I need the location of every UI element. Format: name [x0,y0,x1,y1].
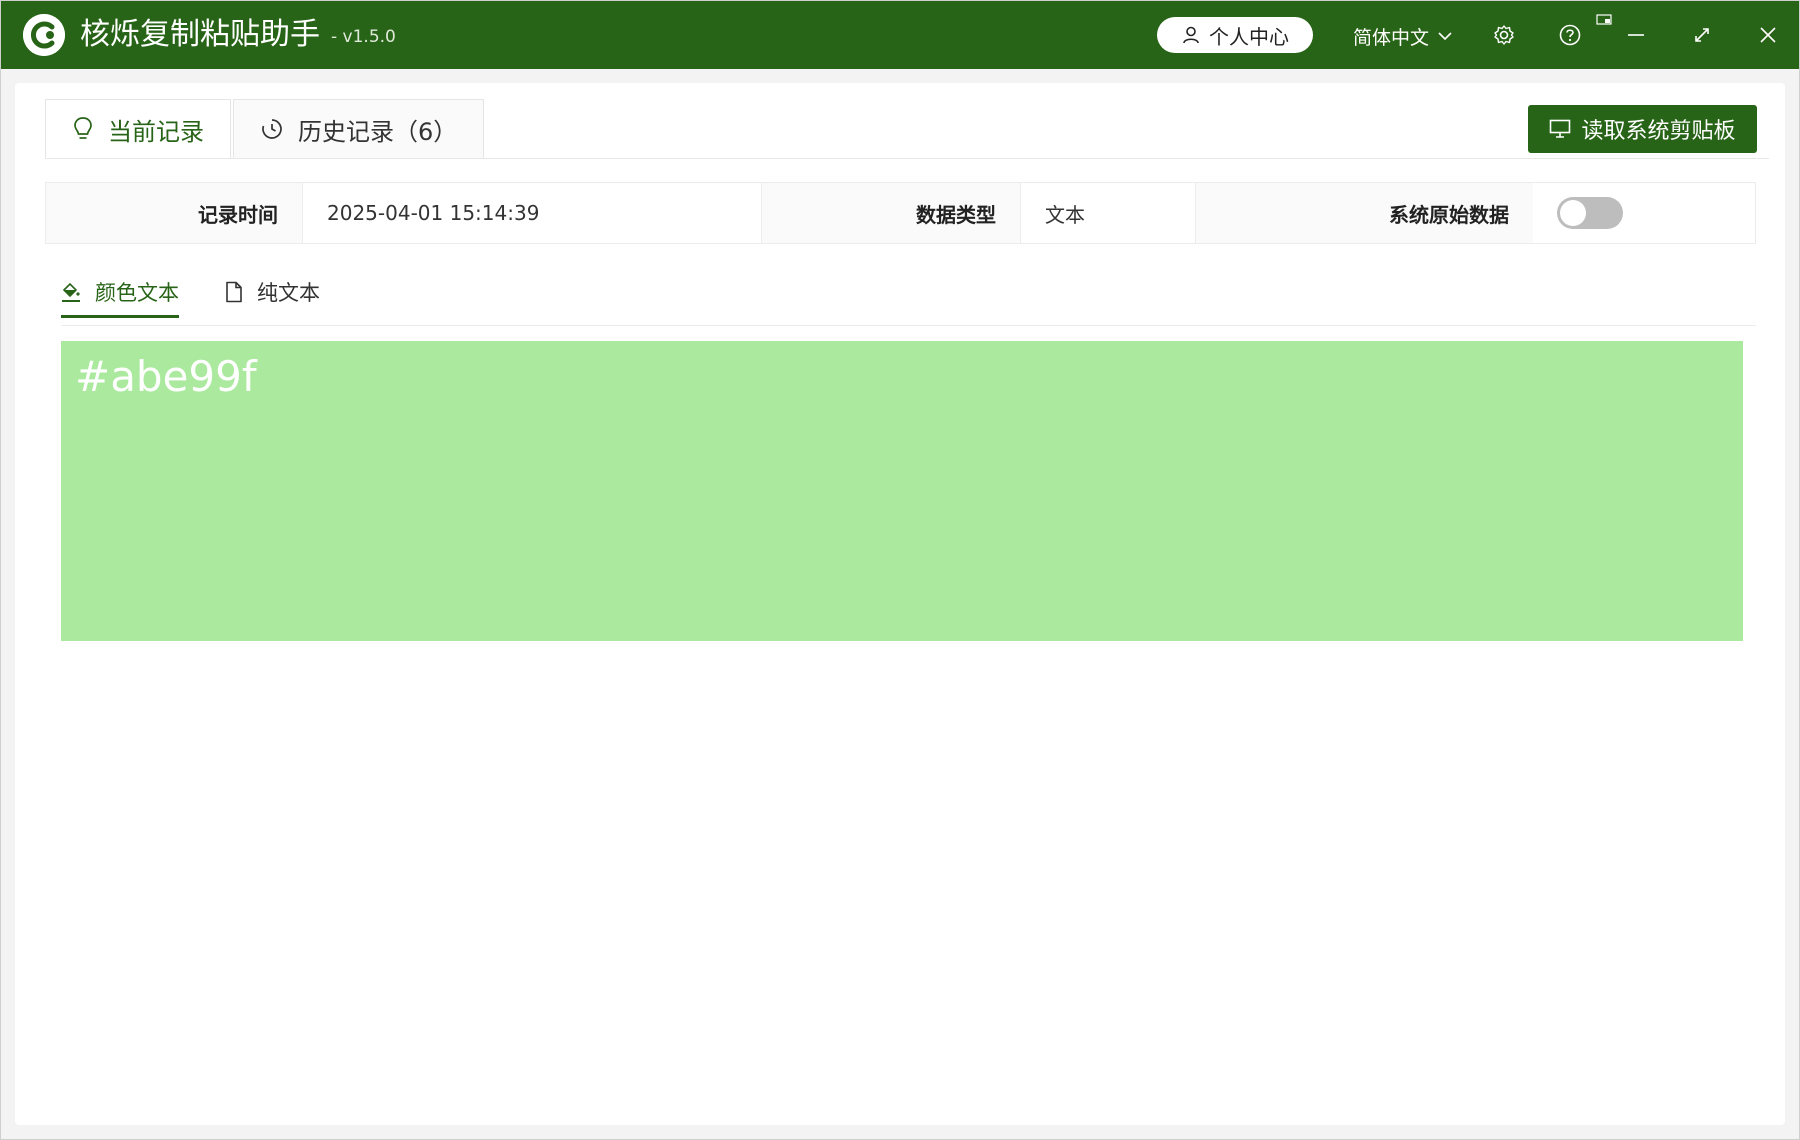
color-preview-text: #abe99f [75,352,257,401]
maximize-icon [1695,28,1709,42]
profile-button[interactable]: 个人中心 [1157,17,1313,53]
lightbulb-icon [74,117,92,139]
monitor-icon [1550,119,1571,138]
tab-history-record[interactable]: 历史记录（6） [233,99,485,159]
tab-color-text-label: 颜色文本 [95,281,179,305]
gear-icon [1494,25,1514,45]
type-value: 文本 [1020,183,1196,243]
time-label: 记录时间 [46,183,302,243]
settings-button[interactable] [1490,21,1518,49]
type-label: 数据类型 [762,183,1020,243]
time-value: 2025-04-01 15:14:39 [302,183,762,243]
user-icon [1183,26,1199,44]
color-preview: #abe99f [61,341,1743,641]
record-info-table: 记录时间 2025-04-01 15:14:39 数据类型 文本 系统原始数据 [45,182,1756,244]
raw-data-label: 系统原始数据 [1196,183,1533,243]
raw-data-cell [1533,183,1755,243]
tab-color-text[interactable]: 颜色文本 [61,269,179,318]
paint-bucket-icon [62,282,80,302]
language-select[interactable]: 简体中文 [1353,21,1453,51]
app-version: - v1.5.0 [331,27,396,47]
tab-plain-text-label: 纯文本 [257,281,320,305]
chevron-down-icon [1438,32,1452,41]
minimize-button[interactable] [1622,21,1650,49]
view-tabs-divider [61,325,1756,326]
maximize-button[interactable] [1688,21,1716,49]
history-icon [262,119,282,139]
tab-current-record[interactable]: 当前记录 [45,99,231,159]
app-title: 核烁复制粘贴助手 [80,17,320,52]
app-logo-icon [23,14,65,56]
title-bar: 核烁复制粘贴助手 - v1.5.0 个人中心 简体中文 [1,1,1799,69]
raw-data-toggle[interactable] [1557,197,1623,229]
document-icon [226,281,242,303]
read-clipboard-label: 读取系统剪贴板 [1581,119,1736,144]
tray-icon[interactable] [1596,11,1612,25]
app-window: 核烁复制粘贴助手 - v1.5.0 个人中心 简体中文 当前记录 历史记录（6）… [0,0,1800,1140]
minimize-icon [1628,34,1644,36]
tab-plain-text[interactable]: 纯文本 [225,269,320,315]
help-icon [1559,24,1581,46]
close-icon [1760,27,1776,43]
tab-history-label: 历史记录（6） [298,117,458,146]
language-label: 简体中文 [1353,26,1430,49]
main-panel: 当前记录 历史记录（6） 读取系统剪贴板 记录时间 2025-04-01 15:… [15,83,1785,1125]
tabs-divider [45,158,1769,159]
profile-label: 个人中心 [1209,24,1289,49]
record-tabs: 当前记录 历史记录（6） [45,99,485,159]
tab-current-label: 当前记录 [108,117,204,146]
read-clipboard-button[interactable]: 读取系统剪贴板 [1528,105,1757,153]
view-tabs: 颜色文本 纯文本 [61,269,320,318]
help-button[interactable] [1556,21,1584,49]
close-button[interactable] [1754,21,1782,49]
